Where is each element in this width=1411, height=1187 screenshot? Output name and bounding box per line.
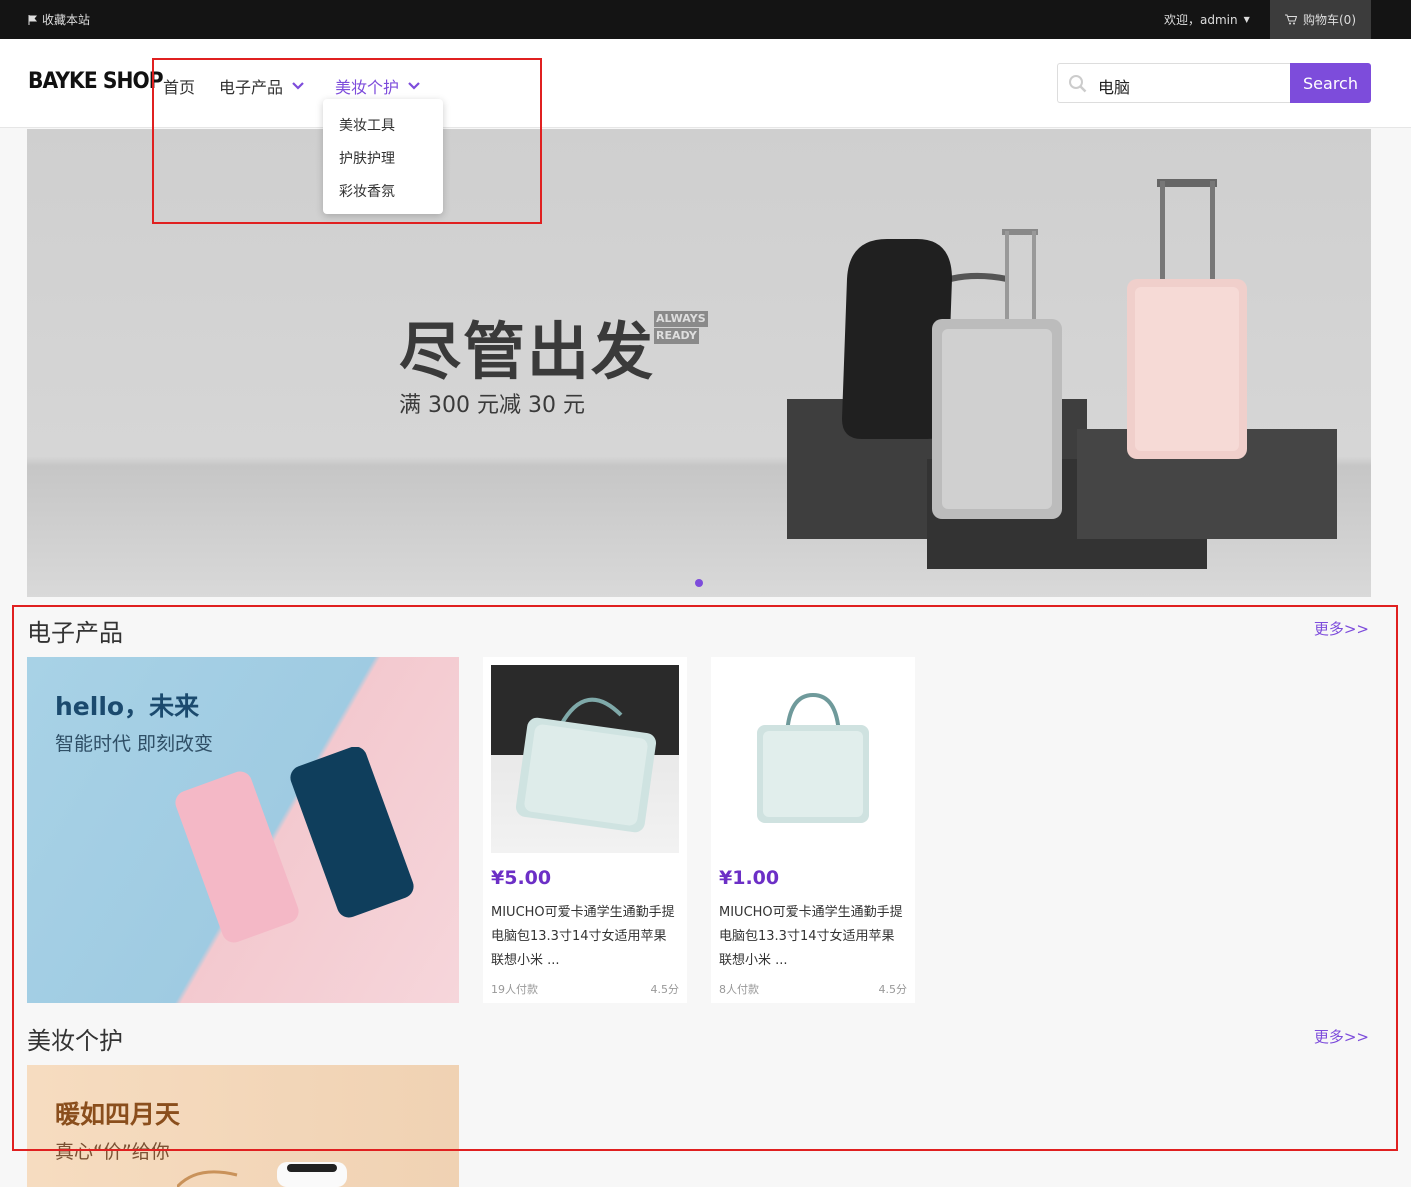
product-score: 4.5分 (650, 983, 680, 996)
nav-home[interactable]: 首页 (163, 74, 195, 98)
promo-headline: hello，未来 (55, 692, 200, 721)
dropdown-item-tools[interactable]: 美妆工具 (339, 115, 395, 135)
banner-subtitle: 满 300 元减 30 元 (399, 393, 585, 418)
cart-label: 购物车(0) (1303, 13, 1356, 27)
product-card[interactable]: ¥5.00 MIUCHO可爱卡通学生通勤手提电脑包13.3寸14寸女适用苹果联想… (483, 657, 687, 1003)
product-name[interactable]: MIUCHO可爱卡通学生通勤手提电脑包13.3寸14寸女适用苹果联想小米 ... (491, 901, 679, 973)
search-button[interactable]: Search (1290, 63, 1371, 103)
banner-title: 尽管出发 (399, 315, 656, 388)
flag-icon (28, 14, 38, 25)
promo-banner-electronics[interactable]: hello，未来 智能时代 即刻改变 (27, 657, 459, 1003)
laptop-bag-image (757, 692, 869, 823)
search-value: 电脑 (1098, 78, 1131, 97)
appliance-image (177, 1162, 347, 1187)
more-link-beauty[interactable]: 更多>> (1314, 1026, 1369, 1047)
product-score: 4.5分 (878, 983, 908, 996)
product-image[interactable] (491, 665, 679, 853)
cart-button[interactable]: 购物车(0) (1270, 0, 1371, 39)
bookmark-label: 收藏本站 (42, 13, 91, 27)
chevron-down-icon (408, 82, 420, 90)
logo[interactable]: BAYKE SHOP (28, 69, 164, 94)
nav-home-label: 首页 (163, 78, 196, 97)
cart-icon (1285, 14, 1297, 25)
welcome-label: 欢迎，admin (1164, 13, 1238, 27)
banner-badge-1: ALWAYS (654, 311, 708, 327)
nav-beauty[interactable]: 美妆个护 (335, 74, 421, 98)
header: BAYKE SHOP 首页 电子产品 美妆个护 电脑 Search (0, 39, 1411, 128)
nav-beauty-label: 美妆个护 (335, 78, 400, 97)
search-bar: 电脑 Search (1057, 63, 1371, 103)
product-price: ¥1.00 (719, 867, 780, 889)
product-price: ¥5.00 (491, 867, 552, 889)
product-image[interactable] (719, 665, 907, 853)
laptop-bag-image (515, 697, 657, 833)
hero-banner[interactable]: 尽管出发 ALWAYS READY 满 300 元减 30 元 (27, 129, 1371, 597)
carousel-dot[interactable] (695, 579, 703, 587)
section-title-beauty: 美妆个护 (27, 1027, 123, 1055)
promo-banner-beauty[interactable]: 暖如四月天 真心“价”给你 (27, 1065, 459, 1187)
nav-electronics[interactable]: 电子产品 (219, 74, 305, 98)
banner-badge: ALWAYS READY (654, 311, 708, 345)
product-sales: 8人付款 (719, 983, 759, 996)
more-link-electronics[interactable]: 更多>> (1314, 618, 1369, 639)
caret-down-icon: ▼ (1243, 15, 1250, 24)
section-title-electronics: 电子产品 (27, 619, 123, 647)
beauty-dropdown-menu: 美妆工具 护肤护理 彩妆香氛 (323, 99, 443, 214)
banner-badge-2: READY (654, 328, 699, 344)
dropdown-item-makeup[interactable]: 彩妆香氛 (339, 181, 395, 201)
search-input[interactable]: 电脑 (1057, 63, 1291, 103)
product-name[interactable]: MIUCHO可爱卡通学生通勤手提电脑包13.3寸14寸女适用苹果联想小米 ... (719, 901, 907, 973)
dropdown-item-skincare[interactable]: 护肤护理 (339, 148, 395, 168)
top-bar: 收藏本站 欢迎，admin ▼ 购物车(0) (0, 0, 1411, 39)
promo-subline: 真心“价”给你 (55, 1141, 170, 1163)
phones-image (175, 747, 414, 943)
luggage-image (787, 179, 1337, 569)
promo-headline: 暖如四月天 (55, 1100, 181, 1129)
chevron-down-icon (292, 82, 304, 90)
product-card[interactable]: ¥1.00 MIUCHO可爱卡通学生通勤手提电脑包13.3寸14寸女适用苹果联想… (711, 657, 915, 1003)
bookmark-link[interactable]: 收藏本站 (28, 11, 90, 28)
user-menu[interactable]: 欢迎，admin ▼ (1164, 11, 1250, 28)
product-sales: 19人付款 (491, 983, 538, 996)
nav-electronics-label: 电子产品 (219, 78, 284, 97)
search-icon (1069, 75, 1087, 93)
